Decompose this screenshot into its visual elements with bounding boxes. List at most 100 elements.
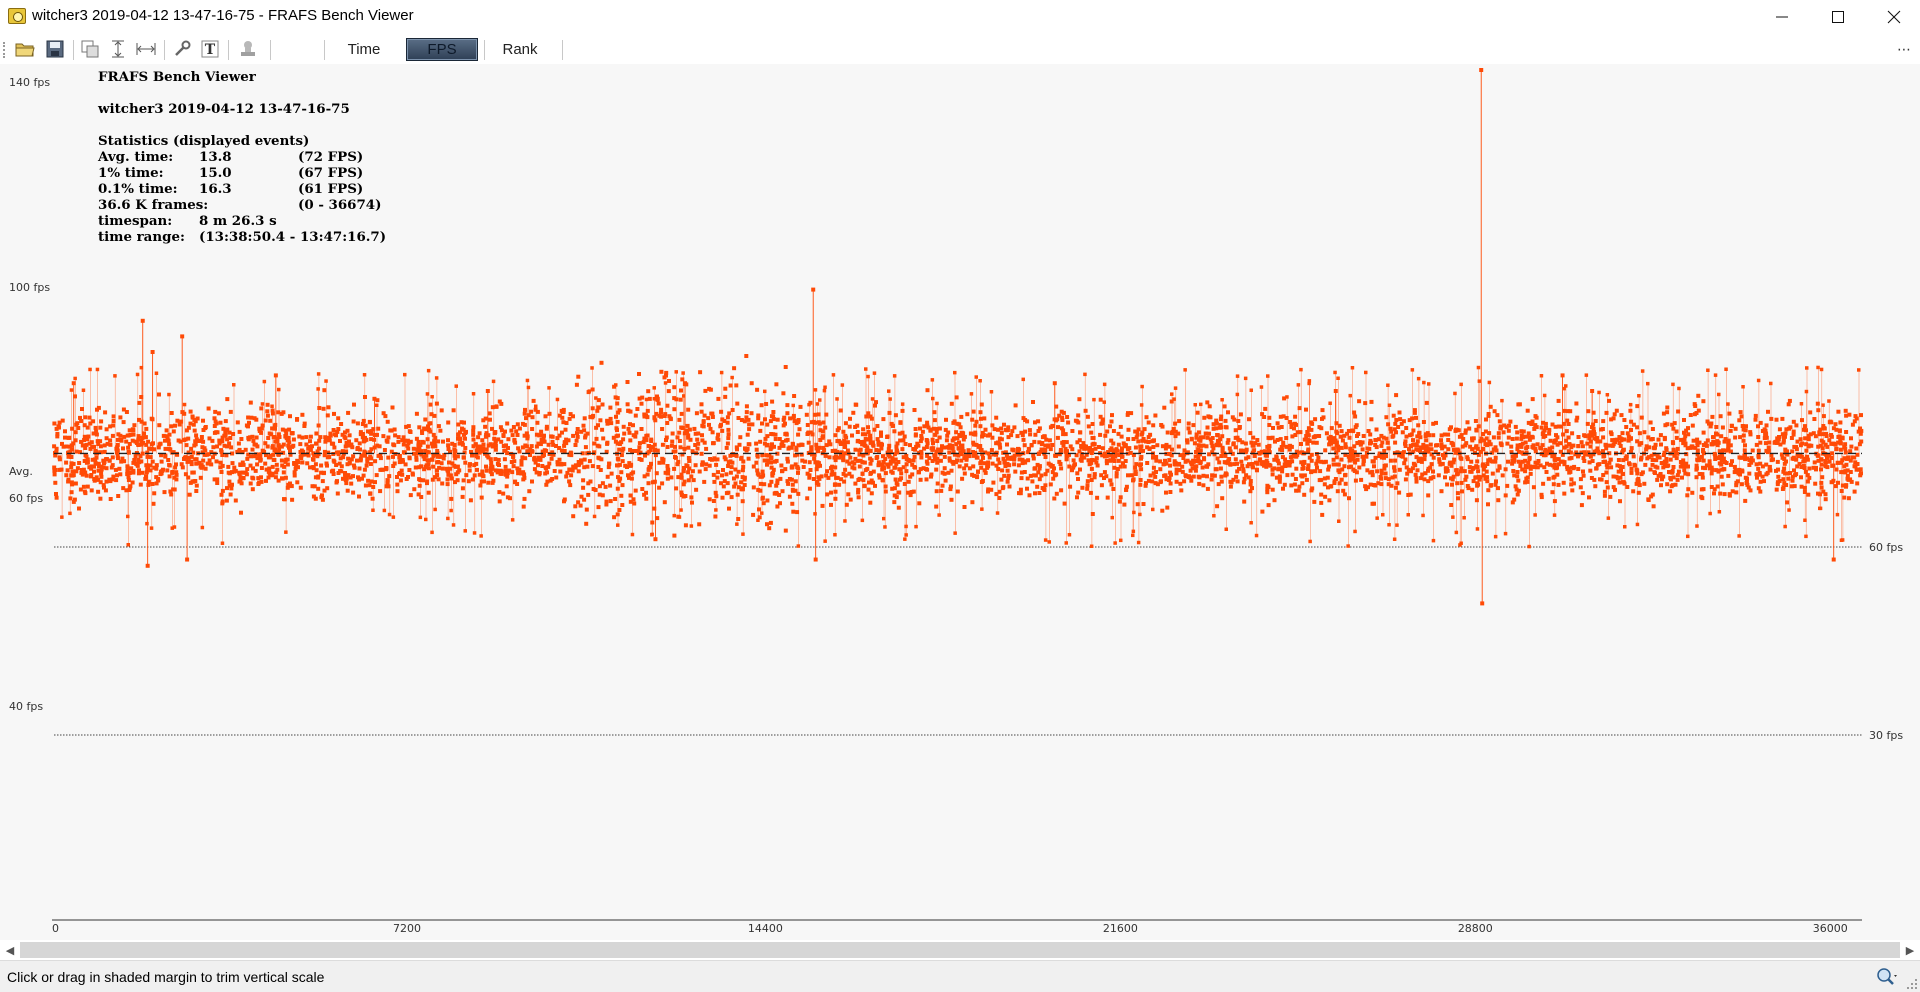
fps-point — [1668, 457, 1673, 462]
fps-point — [1317, 425, 1322, 430]
minimize-button[interactable] — [1754, 0, 1810, 34]
fit-vertical-icon[interactable] — [108, 40, 128, 58]
wrench-icon[interactable] — [172, 40, 192, 58]
fps-point — [1317, 434, 1322, 438]
fps-point — [868, 414, 873, 419]
fps-point — [1319, 500, 1324, 505]
fps-point — [516, 471, 521, 476]
fps-point — [1713, 457, 1718, 461]
fps-point — [1290, 472, 1295, 477]
fps-point — [284, 436, 289, 441]
fps-point — [305, 461, 310, 466]
fps-point — [1058, 462, 1063, 466]
stamp-icon[interactable] — [238, 40, 258, 58]
y-axis-label: 100 fps — [9, 281, 50, 294]
fps-point — [947, 456, 952, 461]
fps-point — [308, 447, 313, 451]
fps-point — [1055, 435, 1060, 440]
fit-horizontal-icon[interactable] — [136, 40, 156, 58]
fps-point — [1823, 442, 1828, 447]
fps-point — [1118, 424, 1123, 429]
fps-point — [746, 442, 751, 447]
fps-point — [773, 425, 778, 430]
fps-point — [1798, 443, 1803, 448]
toolbar-grip[interactable] — [3, 42, 7, 58]
fps-point — [487, 411, 492, 416]
fps-point — [700, 460, 705, 465]
fps-point — [1363, 401, 1368, 406]
fps-point — [1754, 442, 1759, 447]
fps-point — [1241, 480, 1246, 485]
maximize-button[interactable] — [1810, 0, 1866, 34]
save-icon[interactable] — [45, 40, 65, 58]
fps-point — [116, 494, 121, 498]
fps-point — [1361, 462, 1366, 467]
fps-point — [837, 482, 842, 487]
fps-point — [613, 497, 618, 501]
fps-point — [1539, 492, 1544, 497]
fps-point — [1401, 419, 1406, 424]
fps-point — [1294, 466, 1299, 471]
fps-point — [633, 413, 638, 418]
text-icon[interactable]: T — [200, 40, 220, 58]
tab-rank[interactable]: Rank — [490, 38, 550, 61]
fps-point — [1781, 485, 1786, 490]
fps-point — [414, 455, 419, 460]
fps-point — [1031, 400, 1035, 404]
tab-time[interactable]: Time — [334, 38, 394, 61]
fps-point — [672, 407, 677, 412]
fps-point — [661, 460, 666, 465]
fps-point — [1849, 436, 1853, 441]
fps-point — [716, 396, 721, 401]
fps-point — [1207, 404, 1212, 409]
fps-point — [1246, 455, 1251, 460]
fps-point — [955, 421, 960, 426]
fps-point — [612, 515, 617, 520]
fps-point — [1852, 419, 1857, 424]
fps-point — [1516, 488, 1521, 493]
fps-point — [1248, 482, 1253, 487]
fps-point — [700, 423, 705, 428]
fps-point — [686, 478, 691, 483]
fps-point — [338, 439, 342, 443]
fps-point — [1241, 467, 1246, 472]
fps-point — [1753, 413, 1758, 418]
fps-point — [855, 423, 860, 428]
fps-point — [1720, 482, 1725, 487]
close-button[interactable] — [1866, 0, 1920, 34]
fps-point — [1161, 462, 1166, 467]
fps-point — [273, 424, 277, 429]
fps-point — [576, 469, 581, 474]
tab-fps[interactable]: FPS — [406, 38, 478, 61]
fps-point — [1027, 428, 1032, 433]
fps-point — [240, 470, 245, 475]
maximize-icon — [1832, 11, 1844, 23]
fps-point — [1044, 437, 1049, 442]
fps-point — [522, 433, 527, 438]
copy-icon[interactable] — [80, 40, 100, 58]
fps-point — [150, 482, 155, 486]
fps-point — [236, 441, 241, 446]
fps-point — [1047, 438, 1052, 443]
fps-point — [440, 466, 445, 471]
fps-point — [987, 455, 992, 460]
fps-point — [1312, 499, 1317, 504]
fps-point — [600, 402, 605, 407]
fps-point — [1090, 512, 1095, 516]
fps-point — [130, 480, 135, 485]
toolbar-overflow-button[interactable]: ⋯ — [1897, 42, 1911, 58]
fps-point — [367, 419, 372, 424]
fps-point — [1105, 495, 1110, 500]
fps-point — [582, 416, 587, 421]
fps-point — [1139, 462, 1143, 467]
fps-point — [348, 475, 353, 480]
fps-point — [358, 432, 363, 437]
open-folder-icon[interactable] — [15, 40, 35, 58]
fps-point — [1085, 414, 1090, 419]
fps-point — [1324, 431, 1329, 436]
fps-point — [239, 437, 244, 441]
fps-point — [1393, 440, 1398, 445]
fps-point — [1831, 441, 1836, 446]
fps-point — [711, 472, 716, 477]
fps-point — [94, 455, 99, 460]
